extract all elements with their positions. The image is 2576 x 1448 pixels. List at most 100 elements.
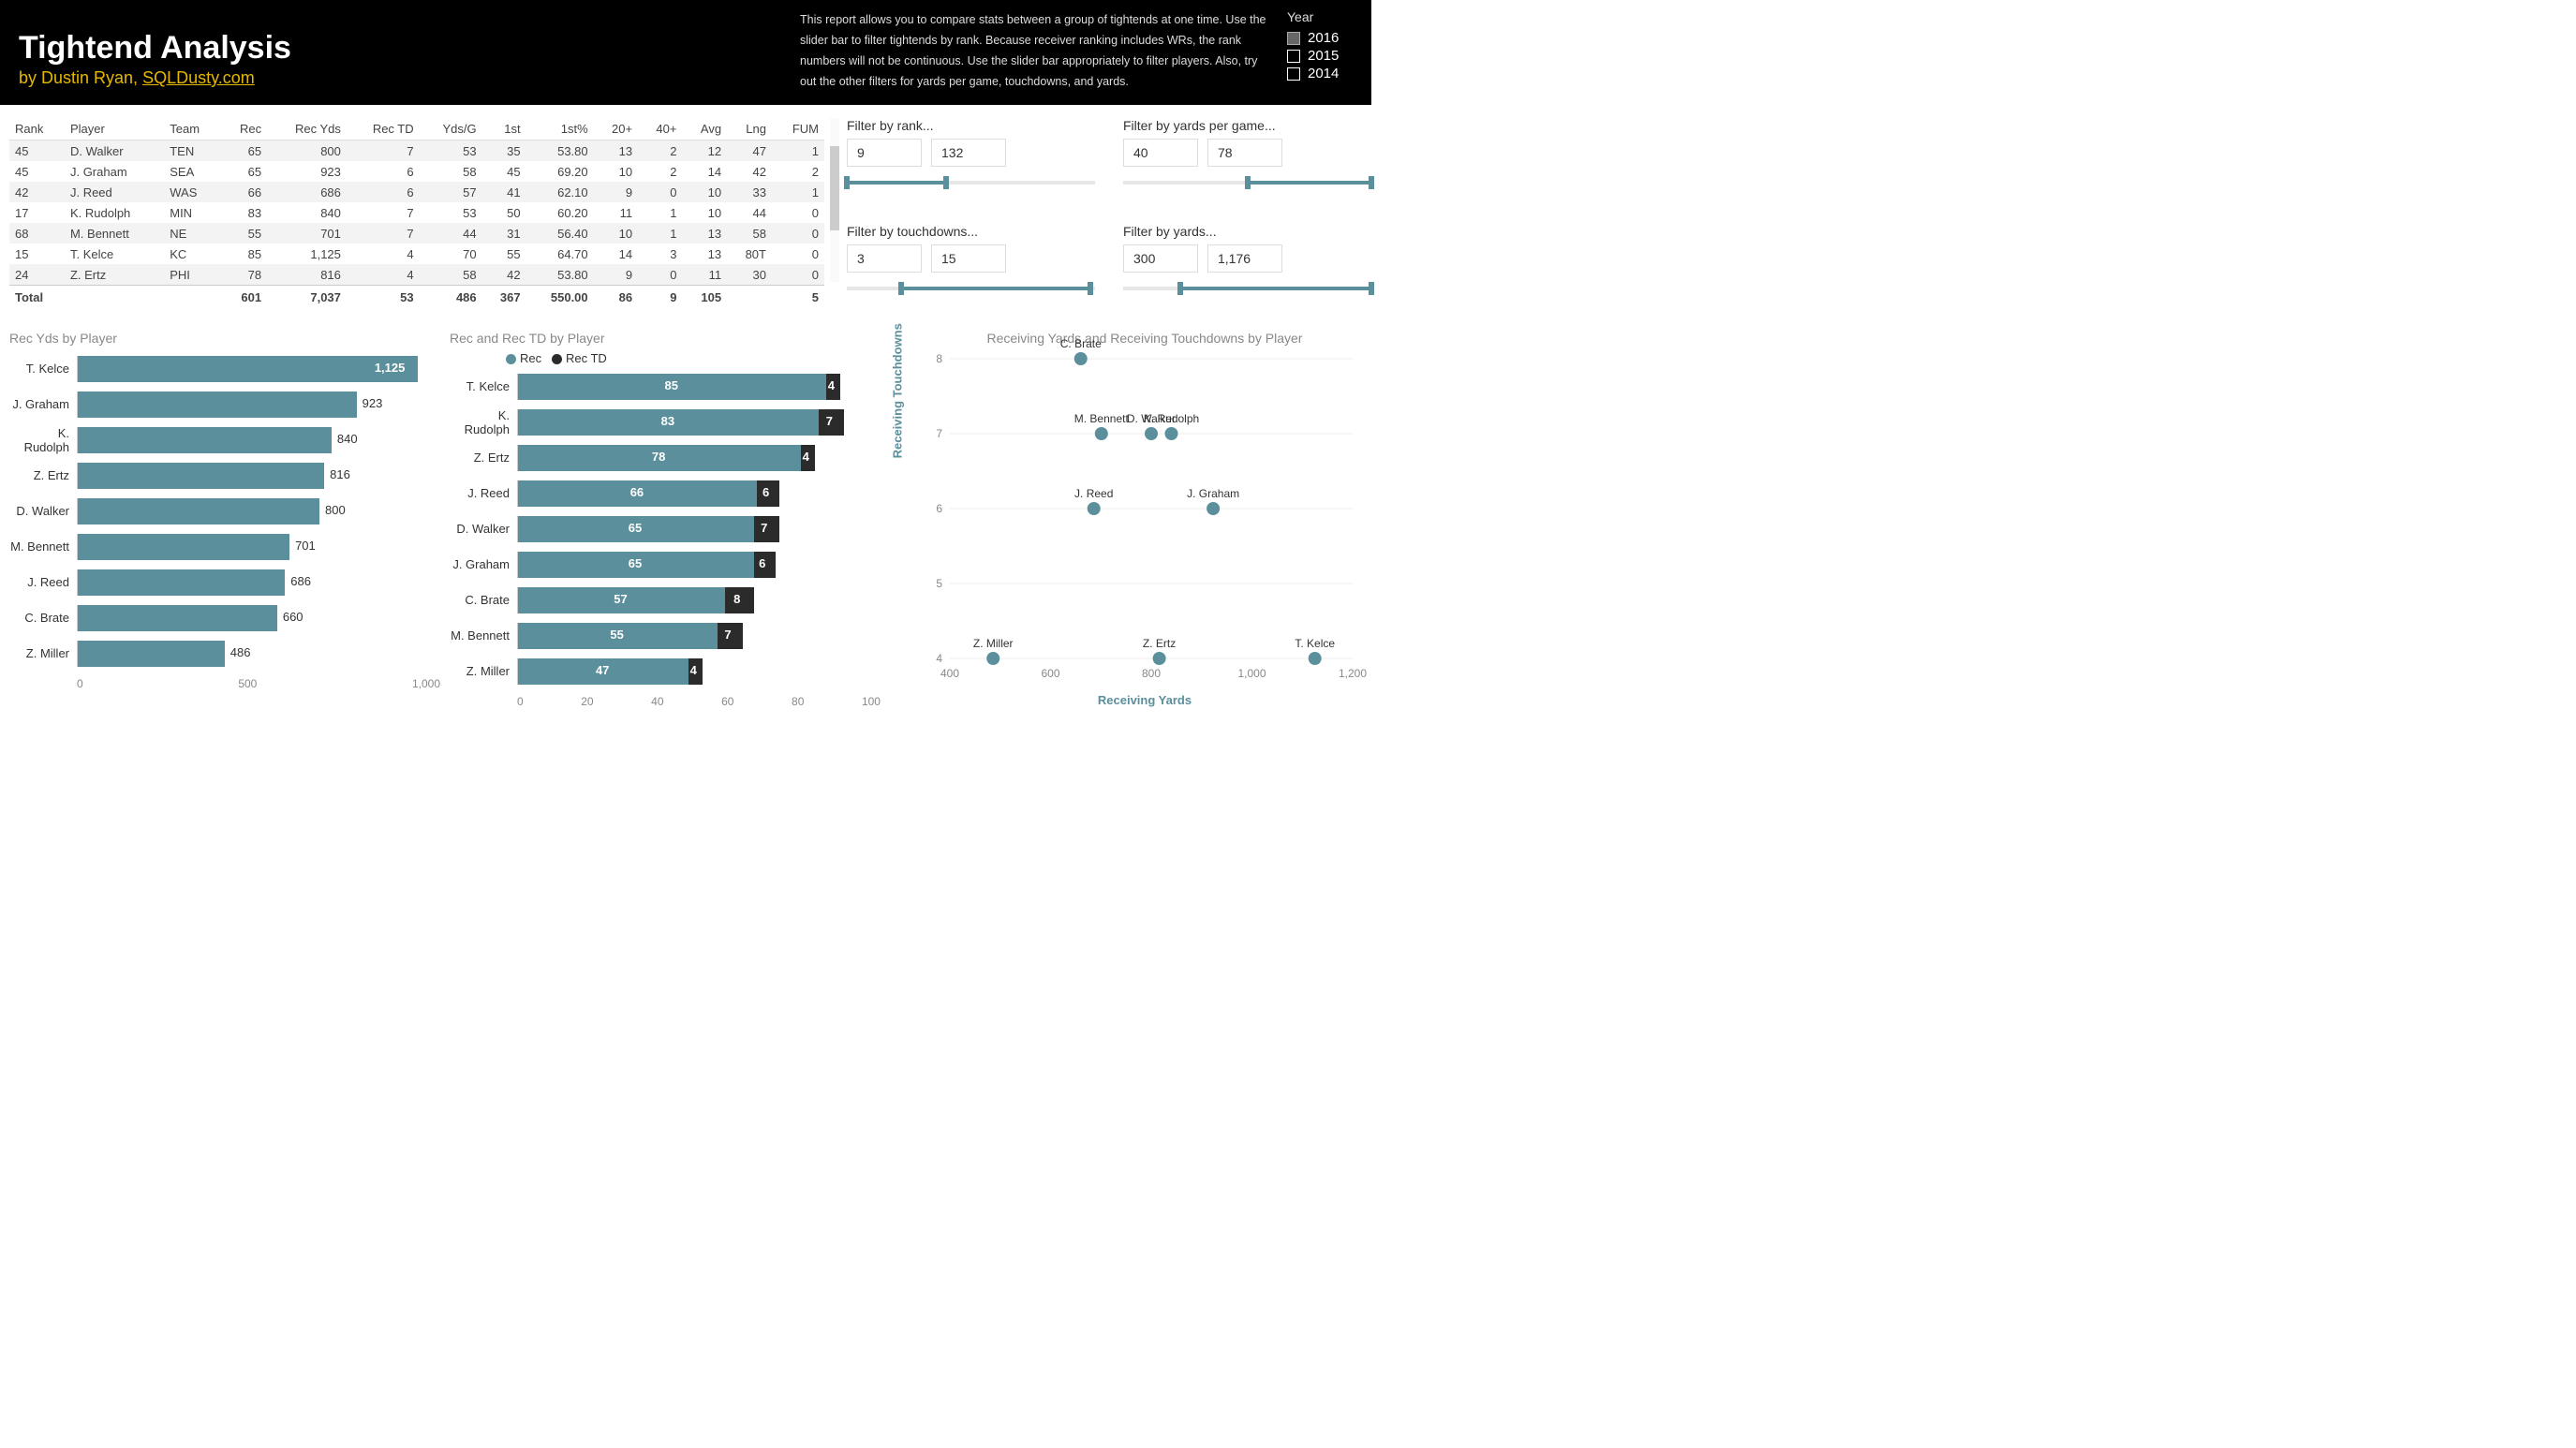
- bar[interactable]: [78, 641, 225, 667]
- slider-handle[interactable]: [1088, 282, 1093, 295]
- bar-row[interactable]: Z. Miller 486: [9, 636, 440, 672]
- scatter-point[interactable]: [1088, 502, 1101, 515]
- filter-td-lo[interactable]: 3: [847, 244, 922, 273]
- bar-row[interactable]: Z. Ertz 78 4: [450, 440, 881, 476]
- filter-ypg-hi[interactable]: 78: [1207, 139, 1282, 167]
- bar-row[interactable]: J. Reed 66 6: [450, 476, 881, 511]
- table-row[interactable]: 17K. RudolphMIN838407535060.2011110440: [9, 202, 824, 223]
- column-header[interactable]: Player: [65, 118, 164, 140]
- slider-handle[interactable]: [1177, 282, 1183, 295]
- bar-row[interactable]: K. Rudolph 840: [9, 422, 440, 458]
- year-option[interactable]: 2015: [1287, 48, 1353, 64]
- report-header: Tightend Analysis by Dustin Ryan, SQLDus…: [0, 0, 1371, 105]
- year-option[interactable]: 2014: [1287, 66, 1353, 81]
- table-row[interactable]: 42J. ReedWAS666866574162.109010331: [9, 182, 824, 202]
- filter-td-hi[interactable]: 15: [931, 244, 1006, 273]
- filter-yards-slider[interactable]: [1123, 282, 1371, 295]
- scatter-point[interactable]: [1145, 427, 1158, 440]
- year-slicer[interactable]: Year 201620152014: [1287, 9, 1353, 83]
- chart-legend: Rec Rec TD: [506, 351, 881, 365]
- bar-row[interactable]: C. Brate 57 8: [450, 583, 881, 618]
- chart-scatter[interactable]: Receiving Yards and Receiving Touchdowns…: [912, 331, 1377, 708]
- bar-row[interactable]: J. Graham 923: [9, 387, 440, 422]
- column-header[interactable]: FUM: [772, 118, 824, 140]
- slider-handle[interactable]: [1369, 282, 1374, 295]
- column-header[interactable]: 40+: [638, 118, 682, 140]
- scatter-point[interactable]: [1309, 652, 1322, 665]
- bar-row[interactable]: D. Walker 65 7: [450, 511, 881, 547]
- scrollbar-thumb[interactable]: [830, 146, 839, 230]
- column-header[interactable]: Rec Yds: [267, 118, 347, 140]
- slider-handle[interactable]: [1245, 176, 1251, 189]
- bar[interactable]: [78, 605, 277, 631]
- bar-row[interactable]: C. Brate 660: [9, 600, 440, 636]
- chart-rec-yds[interactable]: Rec Yds by Player T. Kelce 1,125 J. Grah…: [9, 331, 440, 708]
- scatter-point[interactable]: [1074, 352, 1088, 365]
- bar[interactable]: [78, 534, 289, 560]
- table-row[interactable]: 68M. BennettNE557017443156.4010113580: [9, 223, 824, 244]
- bar[interactable]: [78, 569, 285, 596]
- chart-rec-td[interactable]: Rec and Rec TD by Player Rec Rec TD T. K…: [450, 331, 881, 708]
- filter-rank-lo[interactable]: 9: [847, 139, 922, 167]
- checkbox-icon: [1287, 32, 1300, 45]
- bar-row[interactable]: T. Kelce 1,125: [9, 351, 440, 387]
- bar-row[interactable]: J. Reed 686: [9, 565, 440, 600]
- table-row[interactable]: 24Z. ErtzPHI788164584253.809011300: [9, 264, 824, 286]
- bar-row[interactable]: Z. Miller 47 4: [450, 654, 881, 689]
- bar-row[interactable]: M. Bennett 55 7: [450, 618, 881, 654]
- table-row[interactable]: 45J. GrahamSEA659236584569.2010214422: [9, 161, 824, 182]
- bar-row[interactable]: M. Bennett 701: [9, 529, 440, 565]
- bar-row[interactable]: K. Rudolph 83 7: [450, 405, 881, 440]
- scatter-point[interactable]: [1095, 427, 1108, 440]
- filter-ypg-slider[interactable]: [1123, 176, 1371, 189]
- year-option[interactable]: 2016: [1287, 30, 1353, 46]
- stats-table[interactable]: RankPlayerTeamRecRec YdsRec TDYds/G1st1s…: [9, 118, 834, 308]
- slider-handle[interactable]: [844, 176, 850, 189]
- column-header[interactable]: Yds/G: [420, 118, 482, 140]
- svg-text:7: 7: [936, 427, 942, 440]
- bar[interactable]: [78, 498, 319, 525]
- column-header[interactable]: Rec: [221, 118, 267, 140]
- filter-rank-hi[interactable]: 132: [931, 139, 1006, 167]
- filter-ypg-lo[interactable]: 40: [1123, 139, 1198, 167]
- bar[interactable]: [78, 392, 357, 418]
- filter-td-slider[interactable]: [847, 282, 1095, 295]
- byline-link[interactable]: SQLDusty.com: [142, 68, 255, 87]
- column-header[interactable]: Avg: [682, 118, 727, 140]
- svg-text:4: 4: [936, 652, 942, 665]
- svg-text:T. Kelce: T. Kelce: [1295, 637, 1335, 650]
- table-row[interactable]: 45D. WalkerTEN658007533553.8013212471: [9, 140, 824, 162]
- bar-row[interactable]: D. Walker 800: [9, 494, 440, 529]
- bar[interactable]: [78, 427, 332, 453]
- scatter-point[interactable]: [1153, 652, 1166, 665]
- filter-yards: Filter by yards... 300 1,176: [1123, 224, 1371, 307]
- column-header[interactable]: Team: [164, 118, 221, 140]
- filter-yards-hi[interactable]: 1,176: [1207, 244, 1282, 273]
- scatter-point[interactable]: [1207, 502, 1220, 515]
- svg-text:400: 400: [940, 667, 959, 680]
- bar[interactable]: [78, 463, 324, 489]
- checkbox-icon: [1287, 67, 1300, 81]
- column-header[interactable]: 1st: [482, 118, 526, 140]
- slider-handle[interactable]: [943, 176, 949, 189]
- bar-row[interactable]: Z. Ertz 816: [9, 458, 440, 494]
- column-header[interactable]: Rank: [9, 118, 65, 140]
- bar[interactable]: [78, 356, 418, 382]
- column-header[interactable]: 1st%: [526, 118, 594, 140]
- table-row[interactable]: 15T. KelceKC851,1254705564.701431380T0: [9, 244, 824, 264]
- scatter-point[interactable]: [1165, 427, 1178, 440]
- svg-text:C. Brate: C. Brate: [1060, 337, 1102, 350]
- filter-rank: Filter by rank... 9 132: [847, 118, 1095, 201]
- bar-row[interactable]: T. Kelce 85 4: [450, 369, 881, 405]
- column-header[interactable]: Rec TD: [347, 118, 420, 140]
- slider-handle[interactable]: [1369, 176, 1374, 189]
- scatter-point[interactable]: [986, 652, 999, 665]
- column-header[interactable]: 20+: [594, 118, 638, 140]
- filter-yards-lo[interactable]: 300: [1123, 244, 1198, 273]
- svg-text:Z. Miller: Z. Miller: [973, 637, 1014, 650]
- filter-rank-slider[interactable]: [847, 176, 1095, 189]
- slider-handle[interactable]: [898, 282, 904, 295]
- column-header[interactable]: Lng: [727, 118, 772, 140]
- bar-row[interactable]: J. Graham 65 6: [450, 547, 881, 583]
- svg-text:J. Reed: J. Reed: [1074, 487, 1113, 500]
